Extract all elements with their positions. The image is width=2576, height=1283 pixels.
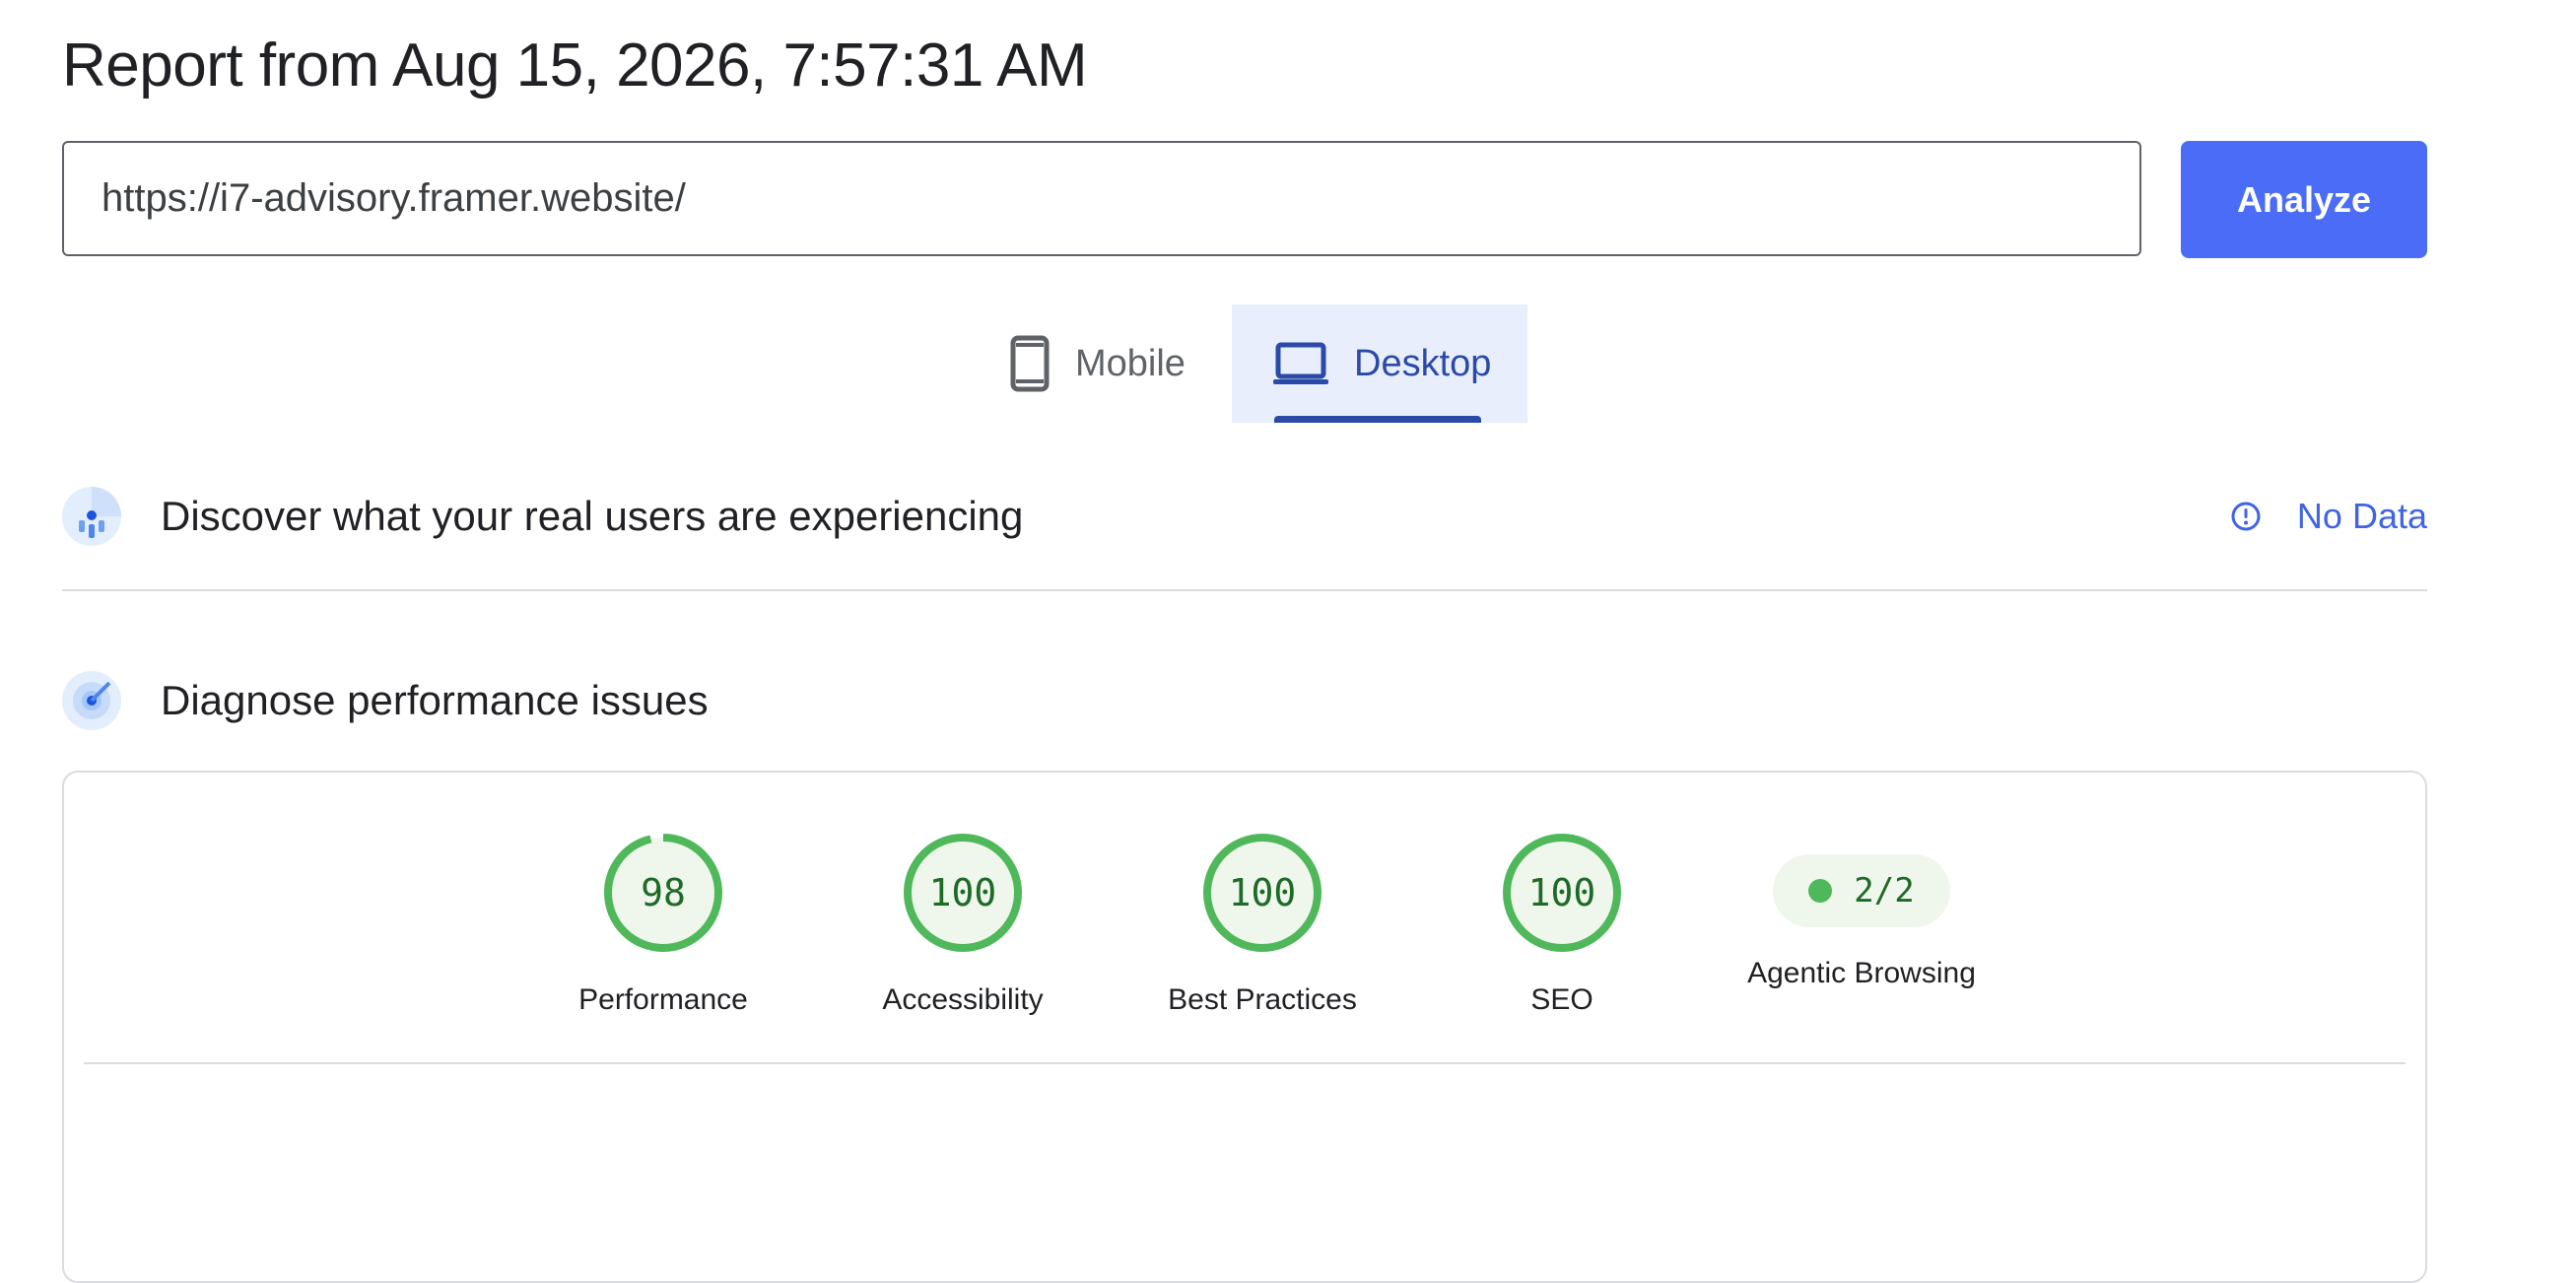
agentic-value: 2/2 — [1854, 871, 1915, 911]
no-data-link[interactable]: No Data — [2230, 487, 2427, 546]
gauge-ring: 100 — [1201, 832, 1323, 954]
tab-selected-indicator — [1274, 416, 1481, 423]
laptop-icon — [1273, 342, 1328, 385]
tab-mobile-label: Mobile — [1075, 342, 1186, 384]
score-gauge-performance[interactable]: 98 Performance — [555, 832, 772, 1017]
score-label: Performance — [578, 983, 748, 1016]
score-value: 98 — [641, 871, 686, 914]
gauge-ring: 98 — [602, 832, 724, 954]
score-gauge-best-practices[interactable]: 100 Best Practices — [1154, 832, 1371, 1017]
report-title: Report from Aug 15, 2026, 7:57:31 AM — [62, 32, 1088, 100]
crux-title: Discover what your real users are experi… — [161, 493, 1024, 539]
score-value: 100 — [1527, 871, 1596, 914]
smartphone-icon — [1010, 335, 1050, 392]
score-value: 100 — [928, 871, 997, 914]
tab-mobile[interactable]: Mobile — [971, 304, 1232, 423]
scores-card: 98 Performance 100 Accessibility 100 Bes… — [62, 771, 2427, 1283]
pass-dot-icon — [1808, 879, 1833, 903]
analyze-button[interactable]: Analyze — [2181, 141, 2427, 258]
agentic-label: Agentic Browsing — [1747, 957, 1976, 989]
target-icon — [62, 671, 121, 730]
tab-desktop[interactable]: Desktop — [1232, 304, 1527, 423]
device-tabs: Mobile Desktop — [971, 304, 1527, 423]
score-gauge-accessibility[interactable]: 100 Accessibility — [854, 832, 1071, 1017]
info-icon — [2230, 501, 2262, 532]
crux-section-header: Discover what your real users are experi… — [62, 487, 2427, 546]
card-divider — [84, 1062, 2406, 1064]
gauge-ring: 100 — [1501, 832, 1623, 954]
diagnose-section-header: Diagnose performance issues — [62, 671, 2427, 730]
diagnose-title: Diagnose performance issues — [161, 677, 709, 723]
section-divider — [62, 589, 2427, 591]
gauge-ring: 100 — [902, 832, 1024, 954]
agentic-pill: 2/2 — [1773, 854, 1950, 927]
score-value: 100 — [1228, 871, 1297, 914]
score-gauge-seo[interactable]: 100 SEO — [1454, 832, 1670, 1017]
score-label: SEO — [1530, 983, 1593, 1016]
no-data-label: No Data — [2296, 496, 2427, 536]
users-chart-icon — [62, 487, 121, 546]
score-agentic-browsing[interactable]: 2/2 Agentic Browsing — [1743, 832, 1980, 990]
score-label: Accessibility — [882, 983, 1044, 1016]
tab-desktop-label: Desktop — [1354, 342, 1492, 384]
score-label: Best Practices — [1168, 983, 1357, 1016]
url-input[interactable] — [62, 141, 2141, 256]
